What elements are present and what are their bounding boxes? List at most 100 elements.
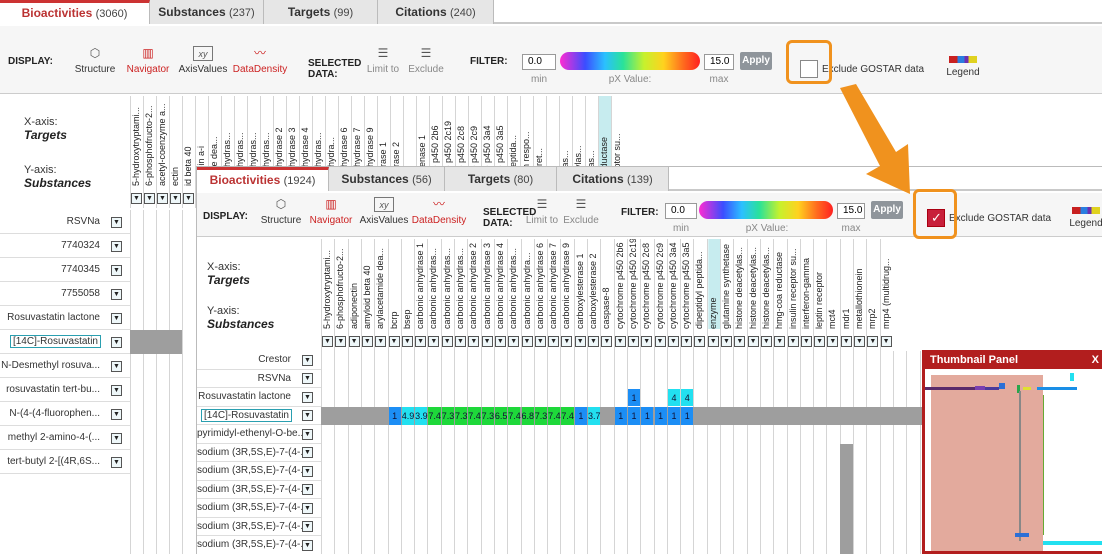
data-cell[interactable]: 1 bbox=[627, 388, 641, 406]
data-cell[interactable]: 7.4 bbox=[548, 407, 561, 425]
data-cell[interactable]: 7.3 bbox=[441, 407, 454, 425]
column-header[interactable]: acetyl-coenzyme a... bbox=[157, 96, 169, 186]
data-density-button[interactable]: 〰 DataDensity bbox=[411, 197, 467, 226]
row-dropdown-icon[interactable]: ▼ bbox=[111, 240, 122, 252]
column-dropdown-icon[interactable]: ▼ bbox=[827, 336, 839, 347]
column-dropdown-icon[interactable]: ▼ bbox=[481, 336, 493, 347]
structure-button[interactable]: ⬡ Structure bbox=[70, 46, 120, 75]
column-dropdown-icon[interactable]: ▼ bbox=[760, 336, 772, 347]
data-cell[interactable]: 1 bbox=[654, 407, 667, 425]
column-header[interactable]: carbonic anhydras... bbox=[428, 239, 440, 329]
exclude-button[interactable]: ☰ Exclude bbox=[561, 197, 601, 226]
column-dropdown-icon[interactable]: ▼ bbox=[183, 193, 194, 204]
row-dropdown-icon[interactable]: ▼ bbox=[111, 456, 122, 468]
column-header[interactable]: carbonic anhydra... bbox=[522, 239, 534, 329]
column-header[interactable]: carbonic anhydrase 9 bbox=[561, 239, 573, 329]
column-header[interactable]: insulin receptor su... bbox=[788, 239, 800, 329]
data-cell[interactable]: 1 bbox=[641, 407, 654, 425]
column-header[interactable]: metallothionein bbox=[854, 239, 866, 329]
px-gradient-slider[interactable] bbox=[699, 201, 833, 219]
data-cell[interactable]: 4.9 bbox=[401, 407, 414, 425]
data-cell[interactable]: 4 bbox=[667, 388, 681, 406]
column-dropdown-icon[interactable]: ▼ bbox=[707, 336, 719, 347]
limit-to-button[interactable]: ☰ Limit to bbox=[523, 197, 561, 226]
row-dropdown-icon[interactable]: ▼ bbox=[302, 521, 313, 533]
column-dropdown-icon[interactable]: ▼ bbox=[588, 336, 599, 347]
data-cell[interactable]: 3.7 bbox=[588, 407, 601, 425]
column-header[interactable]: mrp4 (multidrug... bbox=[881, 239, 893, 329]
row-dropdown-icon[interactable]: ▼ bbox=[302, 539, 313, 551]
legend-button[interactable]: Legend bbox=[1063, 207, 1102, 229]
column-header[interactable]: bsep bbox=[402, 239, 414, 329]
data-cell[interactable]: 1 bbox=[388, 407, 401, 425]
column-header[interactable]: enzyme bbox=[707, 239, 720, 329]
column-header[interactable]: carbonic anhydras... bbox=[455, 239, 467, 329]
row-dropdown-icon[interactable]: ▼ bbox=[111, 336, 122, 348]
column-dropdown-icon[interactable]: ▼ bbox=[627, 336, 639, 347]
column-header[interactable]: arylacetamide dea... bbox=[375, 239, 387, 329]
column-dropdown-icon[interactable]: ▼ bbox=[854, 336, 865, 347]
column-header[interactable]: 5-hydroxytryptami... bbox=[131, 96, 143, 186]
column-dropdown-icon[interactable]: ▼ bbox=[561, 336, 573, 347]
row-header[interactable]: [14C]-Rosuvastatin ▼ bbox=[197, 407, 321, 425]
column-dropdown-icon[interactable]: ▼ bbox=[548, 336, 560, 347]
exclude-button[interactable]: ☰ Exclude bbox=[406, 46, 446, 75]
thumbnail-panel[interactable]: Thumbnail Panel X bbox=[922, 350, 1102, 554]
data-cell[interactable]: 7.3 bbox=[455, 407, 468, 425]
data-cell[interactable]: 7.4 bbox=[468, 407, 481, 425]
column-header[interactable]: histone deacetylas... bbox=[748, 239, 760, 329]
data-cell[interactable] bbox=[601, 407, 613, 425]
column-header[interactable]: carboxylesterase 1 bbox=[575, 239, 587, 329]
row-dropdown-icon[interactable]: ▼ bbox=[111, 312, 122, 324]
column-dropdown-icon[interactable]: ▼ bbox=[361, 336, 373, 347]
row-dropdown-icon[interactable]: ▼ bbox=[302, 447, 313, 459]
row-header[interactable]: rosuvastatin tert-bu... ▼ bbox=[0, 378, 130, 402]
column-dropdown-icon[interactable]: ▼ bbox=[157, 193, 168, 204]
column-header[interactable]: cytochrome p450 2c19 bbox=[628, 239, 640, 329]
column-header[interactable]: glutamine synthetase bbox=[721, 239, 733, 329]
navigator-button[interactable]: ▥ Navigator bbox=[124, 46, 172, 75]
column-dropdown-icon[interactable]: ▼ bbox=[641, 336, 653, 347]
row-header[interactable]: sodium (3R,5S,E)-7-(4-... ▼ bbox=[197, 481, 321, 499]
data-cell[interactable]: 7.4 bbox=[428, 407, 441, 425]
column-dropdown-icon[interactable]: ▼ bbox=[131, 193, 142, 204]
row-header[interactable]: sodium (3R,5S,E)-7-(4-... ▼ bbox=[197, 499, 321, 518]
row-header[interactable]: Rosuvastatin lactone ▼ bbox=[0, 306, 130, 330]
row-header[interactable]: sodium (3R,5S,E)-7-(4-... ▼ bbox=[197, 444, 321, 462]
column-header[interactable]: histone deacetylas... bbox=[734, 239, 746, 329]
column-header[interactable]: carboxylesterase 2 bbox=[588, 239, 600, 329]
data-cell[interactable]: 7.4 bbox=[508, 407, 521, 425]
column-header[interactable]: carbonic anhydrase 1 bbox=[415, 239, 427, 329]
row-dropdown-icon[interactable]: ▼ bbox=[302, 428, 313, 440]
row-dropdown-icon[interactable]: ▼ bbox=[111, 384, 122, 396]
column-dropdown-icon[interactable]: ▼ bbox=[468, 336, 480, 347]
column-header[interactable]: carbonic anhydras... bbox=[442, 239, 454, 329]
column-dropdown-icon[interactable]: ▼ bbox=[734, 336, 746, 347]
column-header[interactable]: interferon-gamma bbox=[801, 239, 813, 329]
column-dropdown-icon[interactable]: ▼ bbox=[667, 336, 679, 347]
row-dropdown-icon[interactable]: ▼ bbox=[111, 408, 122, 420]
column-dropdown-icon[interactable]: ▼ bbox=[335, 336, 347, 347]
row-header[interactable]: [14C]-Rosuvastatin ▼ bbox=[0, 330, 130, 354]
data-cell[interactable]: 1 bbox=[614, 407, 627, 425]
column-dropdown-icon[interactable]: ▼ bbox=[428, 336, 440, 347]
column-dropdown-icon[interactable]: ▼ bbox=[388, 336, 400, 347]
column-dropdown-icon[interactable]: ▼ bbox=[867, 336, 879, 347]
structure-button[interactable]: ⬡ Structure bbox=[255, 197, 307, 226]
column-dropdown-icon[interactable]: ▼ bbox=[840, 336, 852, 347]
column-header[interactable]: id beta 40 bbox=[183, 96, 195, 186]
row-header[interactable]: sodium (3R,5S,E)-7-(4-... ▼ bbox=[197, 536, 321, 554]
column-header[interactable]: cytochrome p450 2b6 bbox=[615, 239, 627, 329]
column-dropdown-icon[interactable]: ▼ bbox=[614, 336, 626, 347]
row-dropdown-icon[interactable]: ▼ bbox=[111, 432, 122, 444]
row-header[interactable]: Crestor ▼ bbox=[197, 351, 321, 370]
row-dropdown-icon[interactable]: ▼ bbox=[302, 465, 313, 477]
column-dropdown-icon[interactable]: ▼ bbox=[654, 336, 666, 347]
column-dropdown-icon[interactable]: ▼ bbox=[401, 336, 413, 347]
tab-substances[interactable]: Substances (56) bbox=[329, 167, 445, 191]
row-header[interactable]: pyrimidyl-ethenyl-O-be... ▼ bbox=[197, 425, 321, 444]
column-header[interactable]: dipeptidyl peptida... bbox=[694, 239, 706, 329]
column-dropdown-icon[interactable]: ▼ bbox=[521, 336, 533, 347]
max-input[interactable]: 15.0 bbox=[837, 203, 865, 219]
data-cell[interactable]: 1 bbox=[667, 407, 681, 425]
